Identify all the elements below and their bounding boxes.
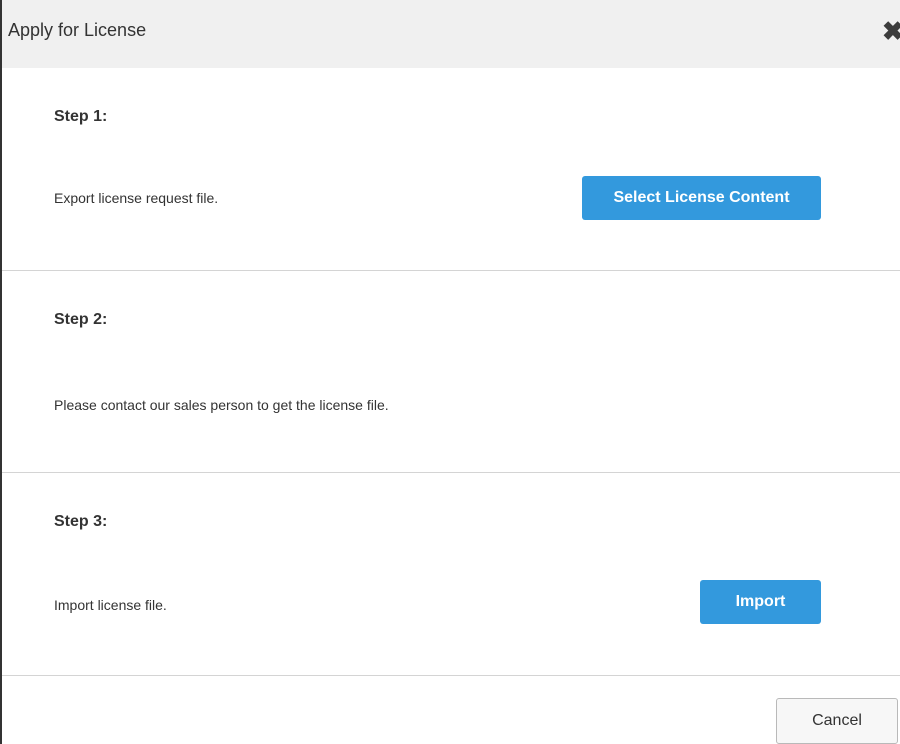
- step-3-title: Step 3:: [54, 513, 108, 530]
- step-3-text: Import license file.: [54, 597, 167, 613]
- divider: [2, 675, 900, 676]
- import-button[interactable]: Import: [700, 580, 821, 624]
- step-2-section: Step 2: Please contact our sales person …: [2, 271, 900, 473]
- cancel-button[interactable]: Cancel: [776, 698, 898, 744]
- step-1-section: Step 1: Export license request file. Sel…: [2, 68, 900, 270]
- dialog-titlebar: Apply for License ✖: [2, 0, 900, 68]
- step-3-section: Step 3: Import license file. Import: [2, 473, 900, 675]
- step-2-text: Please contact our sales person to get t…: [54, 397, 389, 413]
- step-1-title: Step 1:: [54, 108, 108, 125]
- step-1-text: Export license request file.: [54, 190, 219, 206]
- select-license-content-button[interactable]: Select License Content: [582, 176, 821, 220]
- step-2-title: Step 2:: [54, 311, 108, 328]
- dialog-title: Apply for License: [8, 20, 147, 40]
- apply-license-dialog: Apply for License ✖ Step 1: Export licen…: [0, 0, 900, 744]
- close-icon[interactable]: ✖: [882, 16, 900, 46]
